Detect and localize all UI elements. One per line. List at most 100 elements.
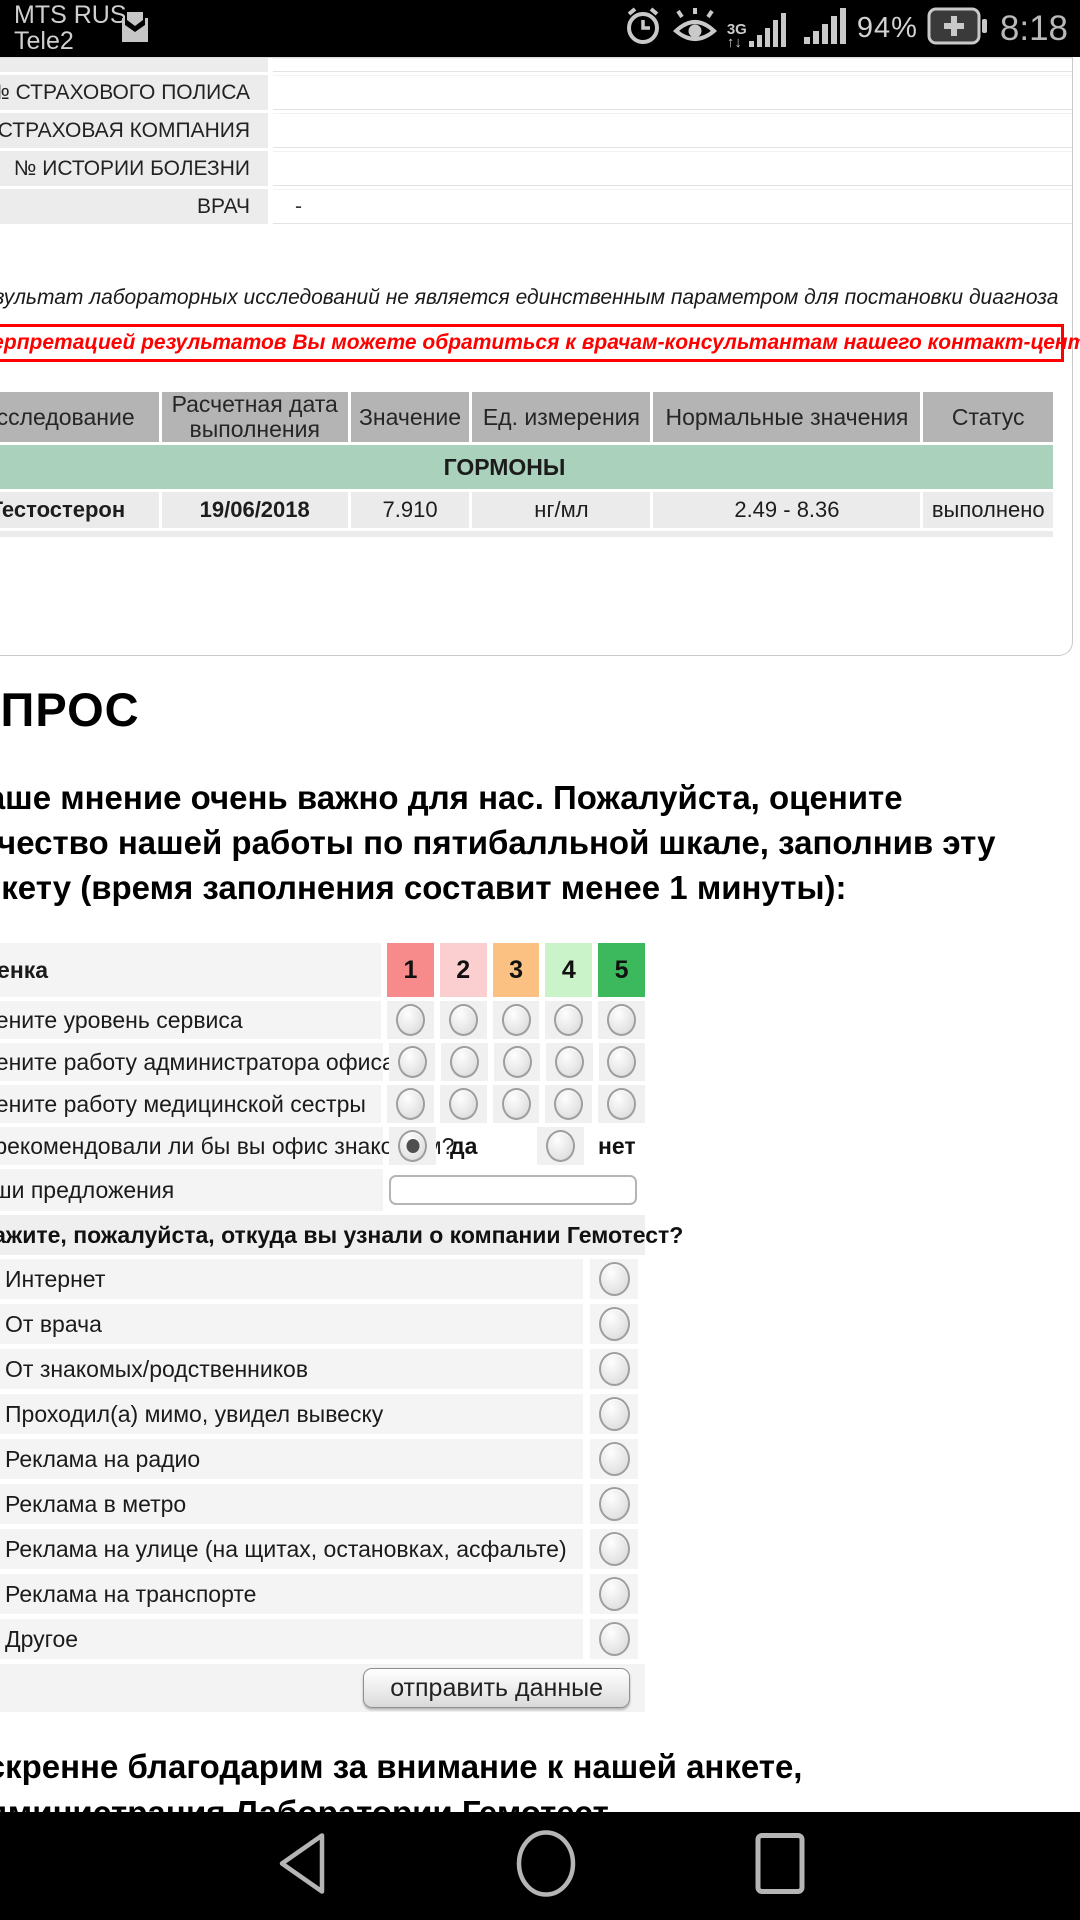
radio-button[interactable]	[599, 1352, 630, 1386]
status-bar: MTS RUS Tele2 3G↑↓	[0, 0, 1080, 57]
col-header: Расчетная дата выполнения	[162, 392, 348, 442]
field-value	[273, 75, 1072, 110]
option-internet: Интернет	[0, 1259, 645, 1299]
suggestions-input[interactable]	[389, 1175, 637, 1205]
back-button[interactable]	[272, 1830, 330, 1903]
test-status: выполнено	[923, 492, 1053, 528]
table-row-divider	[0, 531, 1053, 537]
survey-intro: Ваше мнение очень важно для нас. Пожалуй…	[0, 775, 1075, 910]
test-normal-range: 2.49 - 8.36	[653, 492, 920, 528]
lab-report-container: № СТРАХОВОГО ПОЛИСА СТРАХОВАЯ КОМПАНИЯ №…	[0, 57, 1073, 656]
rating-row-service: Оцените уровень сервиса	[0, 1001, 645, 1039]
form-row-insurance-company: СТРАХОВАЯ КОМПАНИЯ	[0, 113, 1072, 148]
recents-button[interactable]	[752, 1830, 810, 1903]
option-walkby: Проходил(а) мимо, увидел вывеску	[0, 1394, 645, 1434]
rating-row-nurse: Оцените работу медицинской сестры	[0, 1085, 645, 1123]
rating-row-administrator: Оцените работу администратора офиса	[0, 1043, 645, 1081]
radio-button[interactable]	[555, 1046, 584, 1078]
field-label: СТРАХОВАЯ КОМПАНИЯ	[0, 113, 268, 148]
mail-notification-icon	[118, 12, 152, 51]
radio-button[interactable]	[607, 1046, 636, 1078]
radio-button[interactable]	[599, 1577, 630, 1611]
radio-button[interactable]	[554, 1004, 583, 1036]
table-row: Тестостерон 19/06/2018 7.910 нг/мл 2.49 …	[0, 492, 1056, 528]
radio-button[interactable]	[599, 1307, 630, 1341]
form-row-insurance-number: № СТРАХОВОГО ПОЛИСА	[0, 75, 1072, 110]
radio-button[interactable]	[450, 1046, 479, 1078]
survey-table: Оценка 1 2 3 4 5 Оцените уровень сервиса	[0, 943, 645, 1712]
radio-button[interactable]	[599, 1262, 630, 1296]
radio-button[interactable]	[599, 1442, 630, 1476]
scale-5: 5	[598, 943, 645, 997]
option-friends: От знакомых/родственников	[0, 1349, 645, 1389]
radio-button[interactable]	[503, 1046, 532, 1078]
form-row-doctor: ВРАЧ -	[0, 189, 1072, 224]
alarm-icon	[623, 5, 663, 52]
browser-page[interactable]: № СТРАХОВОГО ПОЛИСА СТРАХОВАЯ КОМПАНИЯ №…	[0, 57, 1080, 1812]
radio-button[interactable]	[599, 1532, 630, 1566]
results-group-row: ГОРМОНЫ	[0, 445, 1053, 489]
scale-4: 4	[545, 943, 592, 997]
scale-2: 2	[440, 943, 487, 997]
recommend-row: Порекомендовали ли бы вы офис знакомым? …	[0, 1127, 645, 1165]
radio-button[interactable]	[449, 1088, 478, 1120]
option-street-ads: Реклама на улице (на щитах, остановках, …	[0, 1529, 645, 1569]
submit-row: отправить данные	[0, 1664, 645, 1712]
warning-banner: За интерпретацией результатов Вы можете …	[0, 324, 1064, 362]
radio-yes[interactable]	[398, 1130, 427, 1162]
radio-button[interactable]	[396, 1004, 425, 1036]
radio-button[interactable]	[607, 1004, 636, 1036]
col-header: Исследование	[0, 392, 159, 442]
rating-scale-header: Оценка 1 2 3 4 5	[0, 943, 645, 997]
col-header: Статус	[923, 392, 1053, 442]
radio-button[interactable]	[599, 1622, 630, 1656]
option-transport-ads: Реклама на транспорте	[0, 1574, 645, 1614]
scale-label: Оценка	[0, 943, 381, 997]
field-label: № ИСТОРИИ БОЛЕЗНИ	[0, 151, 268, 186]
submit-button[interactable]: отправить данные	[363, 1668, 630, 1708]
signal-3g-icon: 3G↑↓	[727, 9, 787, 49]
test-name: Тестостерон	[0, 492, 159, 528]
test-value: 7.910	[351, 492, 470, 528]
option-doctor: От врача	[0, 1304, 645, 1344]
radio-button[interactable]	[398, 1046, 427, 1078]
suggestions-row: Ваши предложения	[0, 1169, 645, 1211]
radio-button[interactable]	[502, 1004, 531, 1036]
test-unit: нг/мл	[472, 492, 650, 528]
survey-footer: Искренне благодарим за внимание к нашей …	[0, 1744, 1075, 1812]
home-button[interactable]	[512, 1830, 580, 1903]
carrier-label: MTS RUS Tele2	[14, 2, 127, 54]
source-question: Скажите, пожалуйста, откуда вы узнали о …	[0, 1215, 645, 1255]
radio-button[interactable]	[502, 1088, 531, 1120]
network-type-label: 3G↑↓	[727, 23, 747, 49]
option-other: Другое	[0, 1619, 645, 1659]
radio-button[interactable]	[554, 1088, 583, 1120]
col-header: Значение	[351, 392, 470, 442]
radio-button[interactable]	[599, 1487, 630, 1521]
form-row-history-number: № ИСТОРИИ БОЛЕЗНИ	[0, 151, 1072, 186]
scale-3: 3	[493, 943, 540, 997]
radio-button[interactable]	[599, 1397, 630, 1431]
form-row-clipped	[0, 58, 1072, 72]
radio-button[interactable]	[396, 1088, 425, 1120]
status-icons: 3G↑↓ 94%	[623, 0, 1068, 57]
field-label: № СТРАХОВОГО ПОЛИСА	[0, 75, 268, 110]
field-value: -	[273, 189, 1072, 224]
eye-comfort-icon	[672, 5, 718, 52]
no-label: нет	[584, 1127, 645, 1165]
test-date: 19/06/2018	[162, 492, 348, 528]
warning-text: За интерпретацией результатов Вы можете …	[0, 331, 1080, 355]
battery-percent: 94%	[857, 12, 918, 45]
field-label: ВРАЧ	[0, 189, 268, 224]
phone-screen: MTS RUS Tele2 3G↑↓	[0, 0, 1080, 1920]
survey-heading: ОПРОС	[0, 682, 1075, 737]
scale-1: 1	[387, 943, 434, 997]
col-header: Нормальные значения	[653, 392, 920, 442]
battery-charging-icon	[927, 7, 989, 50]
radio-button[interactable]	[607, 1088, 636, 1120]
option-metro-ads: Реклама в метро	[0, 1484, 645, 1524]
radio-no[interactable]	[546, 1130, 575, 1162]
radio-button[interactable]	[449, 1004, 478, 1036]
field-value	[273, 151, 1072, 186]
field-value	[273, 113, 1072, 148]
